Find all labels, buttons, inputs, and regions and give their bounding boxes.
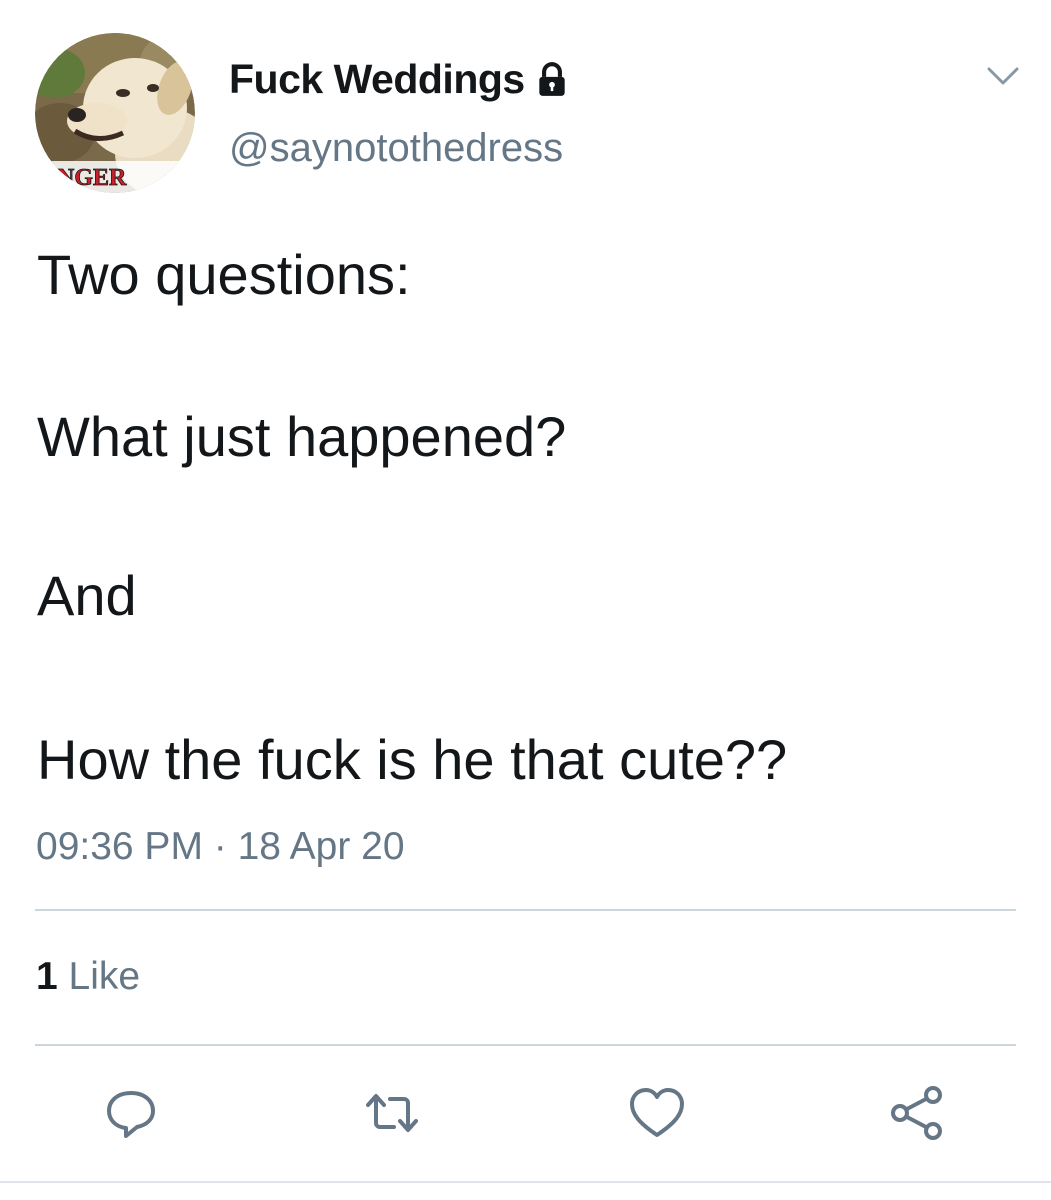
reply-icon bbox=[107, 1091, 155, 1138]
reply-button[interactable] bbox=[101, 1083, 161, 1143]
likes-label: Like bbox=[68, 955, 141, 998]
avatar-image: NGER bbox=[35, 33, 195, 193]
divider bbox=[35, 1044, 1016, 1046]
author-handle[interactable]: @saynotothedress bbox=[229, 126, 563, 171]
heart-icon bbox=[630, 1088, 684, 1137]
retweet-icon bbox=[366, 1094, 418, 1132]
divider bbox=[0, 1181, 1051, 1183]
lock-icon bbox=[533, 61, 571, 99]
author-display-name[interactable]: Fuck Weddings bbox=[229, 56, 525, 103]
retweet-button[interactable] bbox=[362, 1083, 422, 1143]
tweet-text-line: What just happened? bbox=[37, 405, 567, 468]
tweet-timestamp[interactable]: 09:36 PM · 18 Apr 20 bbox=[36, 825, 405, 869]
like-button[interactable] bbox=[627, 1083, 687, 1143]
likes-stat[interactable]: 1 Like bbox=[36, 955, 140, 999]
author-name-row[interactable]: Fuck Weddings bbox=[229, 56, 571, 103]
tweet-card: NGER Fuck Weddings @saynotothedress Two … bbox=[0, 0, 1051, 1200]
chevron-down-icon[interactable] bbox=[983, 60, 1023, 92]
tweet-text-line: And bbox=[37, 564, 137, 627]
avatar[interactable]: NGER bbox=[35, 33, 195, 193]
tweet-text-line: Two questions: bbox=[37, 243, 411, 306]
tweet-text-line: How the fuck is he that cute?? bbox=[37, 728, 788, 791]
share-button[interactable] bbox=[888, 1083, 948, 1143]
likes-count: 1 bbox=[36, 955, 58, 998]
share-icon bbox=[891, 1086, 942, 1140]
divider bbox=[35, 909, 1016, 911]
avatar-text: NGER bbox=[57, 165, 127, 191]
